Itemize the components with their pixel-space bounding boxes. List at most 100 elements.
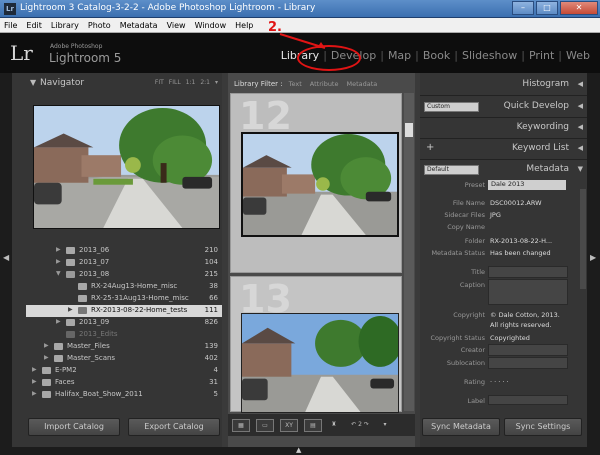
copyright-line-2[interactable]: All rights reserved. [490,321,551,329]
folder-row[interactable]: RX-24Aug13-Home_misc 38 [26,281,222,293]
toolbar-menu-icon[interactable]: ▾ [380,419,390,432]
maximize-icon[interactable]: □ [536,1,558,15]
grid-scrollbar[interactable] [404,93,414,411]
module-map[interactable]: Map [384,49,415,62]
left-panel-edge[interactable]: ◀ [0,73,12,447]
filter-text[interactable]: Text [289,80,302,88]
zoom-fit[interactable]: FIT [155,79,164,86]
grid-cell[interactable]: 13 [230,276,402,413]
add-keyword-icon[interactable]: + [426,142,434,153]
menu-metadata[interactable]: Metadata [120,21,158,30]
folder-row[interactable]: ▶ Halifax_Boat_Show_2011 5 [26,389,222,401]
copyright-line-1[interactable]: © Dale Cotton, 2013. [490,311,560,319]
label-field[interactable] [488,395,568,405]
close-icon[interactable]: ✕ [560,1,598,15]
folder-icon [42,391,51,398]
sidecar-label: Sidecar Files [444,211,485,219]
copyright-status-select[interactable]: Copyrighted [490,334,530,342]
export-catalog-button[interactable]: Export Catalog [128,418,220,436]
keyword-list-header[interactable]: + Keyword List ◀ [420,141,587,156]
loupe-view-icon[interactable]: ▭ [256,418,274,432]
zoom-1-1[interactable]: 1:1 [186,79,196,86]
folder-label: Folder [464,237,485,245]
module-book[interactable]: Book [419,49,454,62]
metadata-status-value[interactable]: Has been changed [490,249,551,257]
folder-row[interactable]: ▶ Master_Files 139 [26,341,222,353]
metadata-status-row: Metadata Status Has been changed [420,247,587,259]
zoom-menu-icon[interactable]: ▾ [215,79,218,86]
folder-row[interactable]: ▶ Master_Scans 402 [26,353,222,365]
creator-field[interactable] [488,344,568,356]
file-name-value[interactable]: DSC00012.ARW [490,199,542,207]
compare-view-button[interactable]: XY [280,418,298,432]
sync-settings-button[interactable]: Sync Settings [504,418,582,436]
right-panel-edge[interactable]: ▶ [587,73,600,447]
folder-row[interactable]: 2013_Edits [26,329,222,341]
show-filmstrip-icon[interactable]: ▲ [296,446,301,454]
metadata-scrollbar[interactable] [580,189,586,289]
spray-can-icon[interactable]: ♜ [328,419,340,432]
grid-cell-selected[interactable]: 12 [230,93,402,273]
module-print[interactable]: Print [525,49,558,62]
menu-view[interactable]: View [167,21,186,30]
preset-select[interactable]: Dale 2013 [488,180,566,190]
filmstrip-edge[interactable]: ▲ [0,446,600,455]
thumbnail[interactable] [241,313,399,413]
folder-row[interactable]: ▶ 2013_09 826 [26,317,222,329]
menu-library[interactable]: Library [51,21,79,30]
quick-develop-header[interactable]: Custom Quick Develop ◀ [420,99,587,114]
folder-icon [66,331,75,338]
folder-row[interactable]: ▶ 2013_07 104 [26,257,222,269]
metadata-preset-select[interactable]: Default [424,165,479,175]
collapse-right-icon[interactable]: ▶ [590,253,596,262]
caption-field[interactable] [488,279,568,305]
navigator-header[interactable]: ▼ Navigator FIT FILL 1:1 2:1 ▾ [12,77,222,91]
sidecar-row: Sidecar Files JPG [420,209,587,221]
folder-row[interactable]: ▼ 2013_08 215 [26,269,222,281]
folder-row[interactable]: ▶ Faces 31 [26,377,222,389]
creator-label: Creator [460,346,485,354]
filter-attribute[interactable]: Attribute [310,80,339,88]
folder-row[interactable]: ▶ E-PM2 4 [26,365,222,377]
navigator-preview[interactable] [33,105,220,229]
folder-row[interactable]: RX-25-31Aug13-Home_misc 66 [26,293,222,305]
library-filter-label: Library Filter : [234,80,283,88]
menu-help[interactable]: Help [235,21,253,30]
file-name-row: File Name DSC00012.ARW [420,197,587,209]
module-slideshow[interactable]: Slideshow [458,49,521,62]
histogram-header[interactable]: Histogram ◀ [420,77,587,92]
menu-file[interactable]: File [4,21,17,30]
folder-row[interactable]: ▶ 2013_06 210 [26,245,222,257]
survey-view-icon[interactable]: ▤ [304,418,322,432]
menu-window[interactable]: Window [195,21,227,30]
import-catalog-button[interactable]: Import Catalog [28,418,120,436]
grid-scroll-thumb[interactable] [405,123,413,137]
brand-small: Adobe Photoshop [50,43,103,50]
minimize-icon[interactable]: – [512,1,534,15]
menu-photo[interactable]: Photo [88,21,111,30]
sync-metadata-button[interactable]: Sync Metadata [422,418,500,436]
zoom-fill[interactable]: FILL [169,79,181,86]
grid-view-icon[interactable]: ▦ [232,418,250,432]
filter-metadata[interactable]: Metadata [346,80,377,88]
rating-label: Rating [464,378,485,386]
folder-row-selected[interactable]: ▶ RX-2013-08-22-Home_tests 111 [26,305,222,317]
quick-develop-title: Quick Develop [503,101,569,111]
metadata-header[interactable]: Default Metadata ▼ [420,162,587,177]
rating-stars[interactable]: · · · · · [490,378,509,386]
module-web[interactable]: Web [562,49,594,62]
collapse-left-icon[interactable]: ◀ [3,253,9,262]
zoom-2-1[interactable]: 2:1 [200,79,210,86]
keywording-header[interactable]: Keywording ◀ [420,120,587,135]
quick-develop-preset-select[interactable]: Custom [424,102,479,112]
left-panel: ▼ Navigator FIT FILL 1:1 2:1 ▾ ▶ 2013_06… [12,73,222,447]
title-field[interactable] [488,266,568,278]
sublocation-field[interactable] [488,357,568,369]
menu-edit[interactable]: Edit [26,21,42,30]
thumbnail[interactable] [241,132,399,237]
navigator-photo-image [34,106,219,228]
keyword-list-title: Keyword List [511,143,569,153]
preset-label: Preset [464,181,485,189]
rotate-buttons[interactable]: ↶ 2 ↷ [346,419,374,432]
folder-value[interactable]: RX-2013-08-22-H... [490,237,552,245]
